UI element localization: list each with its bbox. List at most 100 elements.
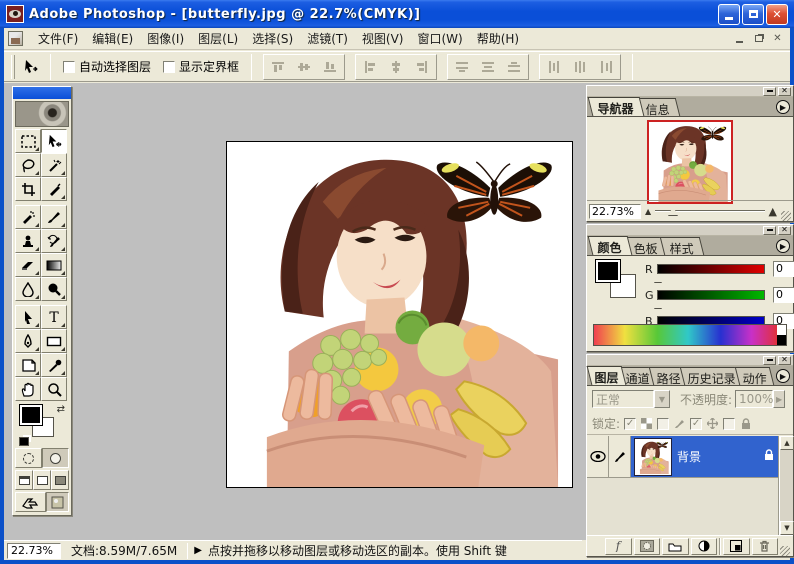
color-spectrum-ramp[interactable]	[593, 324, 787, 346]
distribute-right-button[interactable]	[593, 56, 619, 78]
red-channel-slider[interactable]	[657, 264, 765, 274]
foreground-color-swatch[interactable]	[19, 404, 43, 426]
distribute-bottom-button[interactable]	[501, 56, 527, 78]
navigator-thumbnail[interactable]	[647, 120, 733, 204]
align-left-button[interactable]	[357, 56, 383, 78]
paintbrush-tool[interactable]	[41, 205, 67, 229]
default-colors-icon[interactable]	[19, 437, 29, 446]
menu-view[interactable]: 视图(V)	[355, 28, 411, 49]
menu-layer[interactable]: 图层(L)	[191, 28, 245, 49]
history-brush-tool[interactable]	[41, 229, 67, 253]
notes-tool[interactable]	[15, 353, 41, 377]
lock-pixels-checkbox[interactable]	[657, 418, 669, 430]
align-right-button[interactable]	[409, 56, 435, 78]
menu-image[interactable]: 图像(I)	[140, 28, 191, 49]
lock-all-checkbox[interactable]	[723, 418, 735, 430]
navigator-close-button[interactable]: ✕	[778, 87, 791, 96]
auto-select-layer-option[interactable]: 自动选择图层	[63, 58, 151, 75]
navigator-title-strip[interactable]: ✕	[587, 86, 793, 97]
color-panel-menu-button[interactable]: ▶	[776, 239, 790, 253]
adjustment-layer-button[interactable]	[691, 538, 718, 555]
navigator-zoom-field[interactable]: 22.73%	[589, 204, 641, 219]
lock-transparency-checkbox[interactable]: ✓	[624, 418, 636, 430]
photoshop-app-icon[interactable]	[6, 5, 24, 23]
type-tool[interactable]: T	[41, 305, 67, 329]
toolbox-title-bar[interactable]	[13, 87, 71, 99]
lasso-tool[interactable]	[15, 153, 41, 177]
close-button[interactable]: ✕	[766, 4, 788, 25]
menu-file[interactable]: 文件(F)	[31, 28, 85, 49]
zoom-tool[interactable]	[41, 377, 67, 401]
minimize-button[interactable]	[718, 4, 740, 25]
jump-to-imageready-button[interactable]	[15, 492, 46, 512]
doc-close-button[interactable]: ✕	[769, 31, 786, 46]
selected-layer[interactable]: 背景	[631, 436, 778, 478]
tab-color[interactable]: 颜色	[588, 236, 633, 255]
paint-indicator-cell[interactable]	[609, 436, 631, 478]
zoom-out-icon[interactable]: ▲	[641, 207, 655, 216]
green-slider-thumb[interactable]	[654, 301, 662, 308]
zoom-slider-thumb[interactable]	[668, 207, 678, 215]
navigator-minimize-button[interactable]	[763, 87, 776, 96]
crop-tool[interactable]	[15, 177, 41, 201]
new-layer-set-button[interactable]	[662, 538, 689, 555]
pen-tool[interactable]	[15, 329, 41, 353]
zoom-in-icon[interactable]: ▲	[765, 205, 781, 218]
layers-scrollbar[interactable]: ▲ ▼	[779, 436, 793, 535]
layers-resize-grip[interactable]	[780, 546, 790, 556]
blend-mode-dropdown-icon[interactable]: ▼	[654, 390, 670, 408]
eraser-tool[interactable]	[15, 253, 41, 277]
shape-tool[interactable]	[41, 329, 67, 353]
color-close-button[interactable]: ✕	[778, 226, 791, 235]
status-menu-arrow-icon[interactable]: ▶	[194, 545, 202, 556]
clone-stamp-tool[interactable]	[15, 229, 41, 253]
rectangular-marquee-tool[interactable]	[15, 129, 41, 153]
fullscreen-menu-button[interactable]	[33, 470, 51, 490]
auto-select-layer-checkbox[interactable]	[63, 61, 75, 73]
layer-mask-button[interactable]	[634, 538, 661, 555]
red-slider-thumb[interactable]	[654, 275, 662, 282]
menu-window[interactable]: 窗口(W)	[410, 28, 469, 49]
path-select-tool[interactable]	[15, 305, 41, 329]
imageready-button[interactable]	[46, 492, 69, 512]
menu-select[interactable]: 选择(S)	[245, 28, 300, 49]
airbrush-tool[interactable]	[15, 205, 41, 229]
background-layer-row[interactable]: 背景	[587, 436, 778, 478]
magic-wand-tool[interactable]	[41, 153, 67, 177]
scroll-up-button[interactable]: ▲	[780, 436, 794, 450]
delete-layer-button[interactable]	[752, 538, 779, 555]
align-top-button[interactable]	[265, 56, 291, 78]
visibility-cell[interactable]	[587, 436, 609, 478]
options-bar-grip[interactable]	[11, 55, 15, 79]
fullscreen-button[interactable]	[51, 470, 69, 490]
hand-tool[interactable]	[15, 377, 41, 401]
opacity-arrow-icon[interactable]: ▶	[773, 390, 785, 408]
green-value-field[interactable]: 0	[773, 287, 794, 303]
blend-mode-select[interactable]: 正常	[592, 390, 654, 408]
layer-thumbnail[interactable]	[635, 439, 671, 475]
eyedropper-tool[interactable]	[41, 353, 67, 377]
distribute-vertical-center-button[interactable]	[475, 56, 501, 78]
distribute-left-button[interactable]	[541, 56, 567, 78]
document-canvas[interactable]	[226, 141, 573, 488]
doc-minimize-button[interactable]	[731, 31, 748, 46]
align-bottom-button[interactable]	[317, 56, 343, 78]
tab-layers[interactable]: 图层	[587, 366, 627, 385]
layer-style-button[interactable]: f	[605, 538, 632, 555]
green-channel-slider[interactable]	[657, 290, 765, 300]
standard-mode-button[interactable]	[15, 448, 42, 468]
quick-mask-mode-button[interactable]	[42, 448, 69, 468]
show-bounding-box-checkbox[interactable]	[163, 61, 175, 73]
menu-filter[interactable]: 滤镜(T)	[300, 28, 355, 49]
status-zoom-field[interactable]: 22.73%	[7, 543, 61, 559]
color-minimize-button[interactable]	[763, 226, 776, 235]
new-layer-button[interactable]	[723, 538, 750, 555]
doc-restore-button[interactable]	[750, 31, 767, 46]
scroll-down-button[interactable]: ▼	[780, 521, 794, 535]
move-tool[interactable]	[41, 129, 67, 153]
swap-colors-icon[interactable]: ⇄	[57, 404, 65, 415]
tab-actions[interactable]: 动作	[735, 367, 775, 385]
tab-history[interactable]: 历史记录	[680, 367, 744, 385]
align-horizontal-center-button[interactable]	[383, 56, 409, 78]
layers-title-strip[interactable]: ✕	[587, 355, 793, 366]
